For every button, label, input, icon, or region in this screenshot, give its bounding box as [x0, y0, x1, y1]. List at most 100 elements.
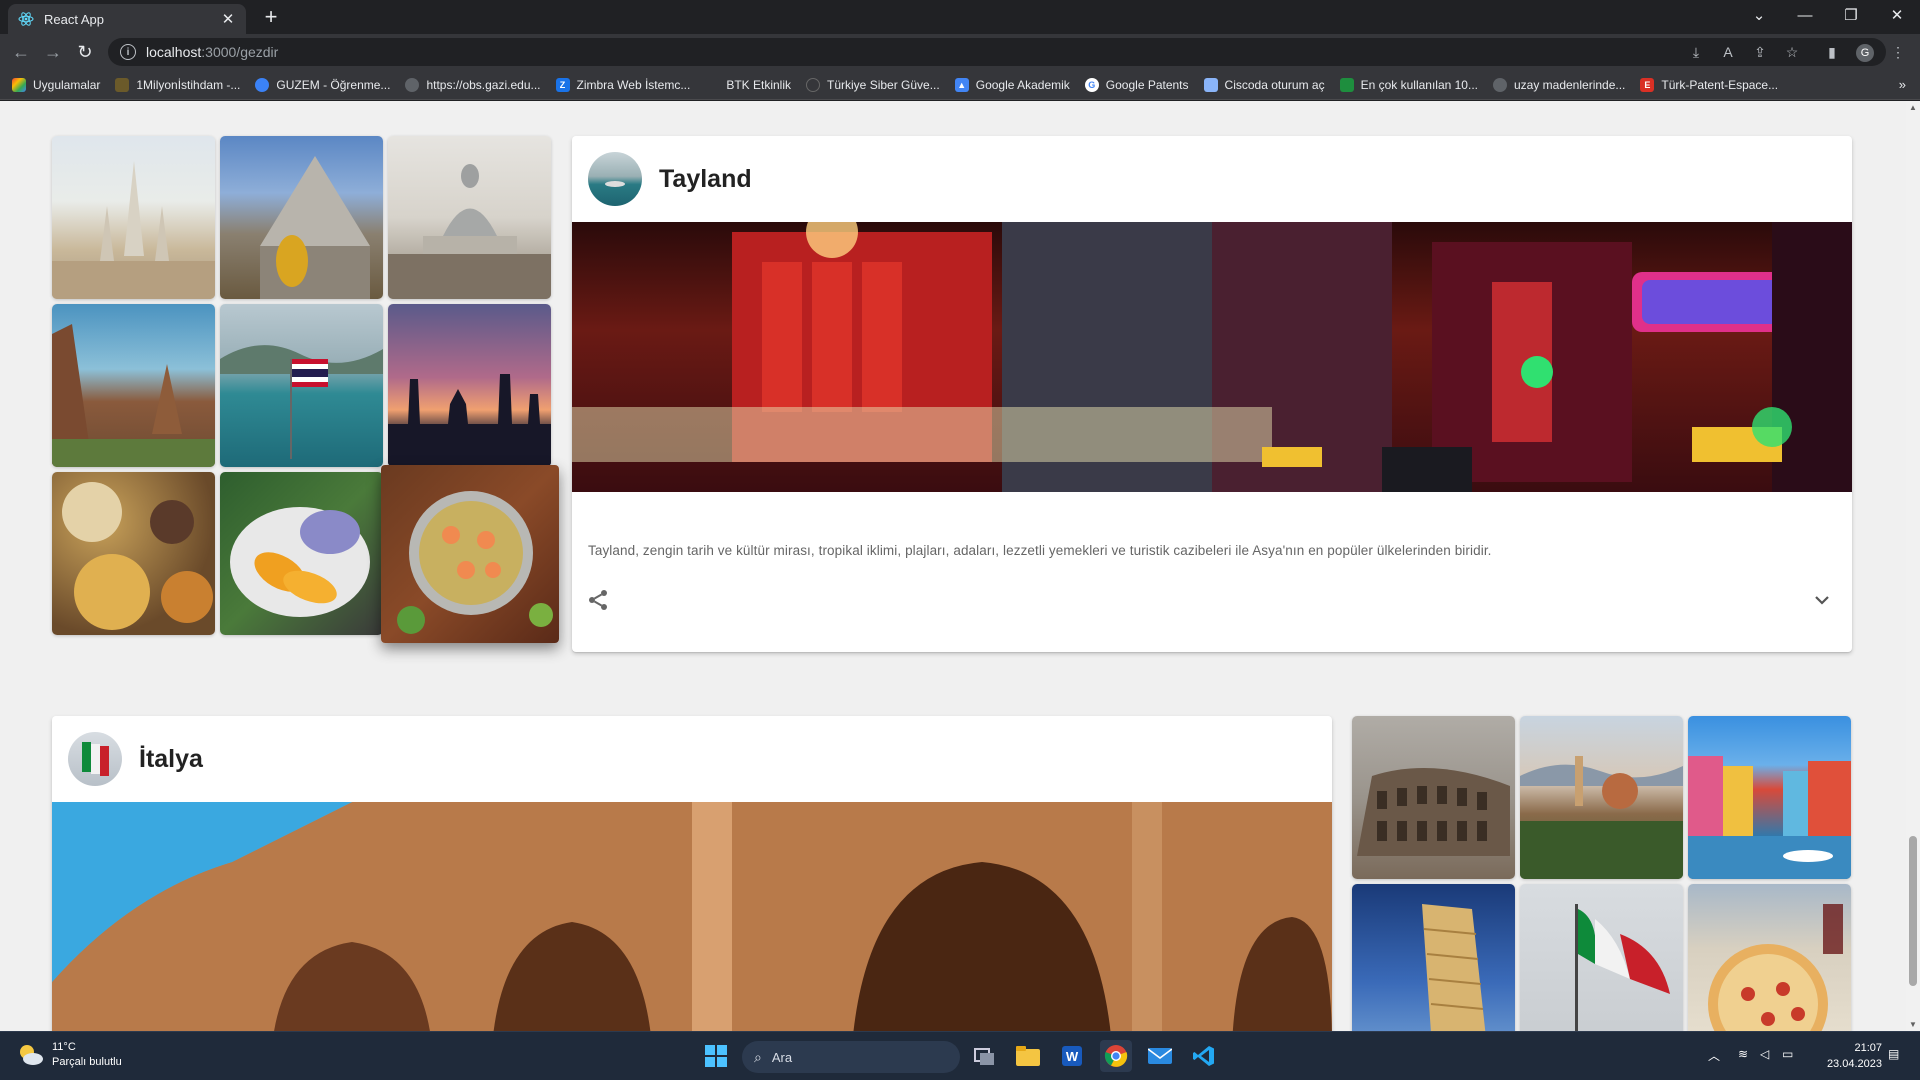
notification-icon[interactable]: ▤ [1888, 1047, 1899, 1061]
taskbar: 11°C Parçalı bulutlu ⌕ Ara W ︿ ≋ ◁ ▭ 21:… [0, 1031, 1920, 1080]
gallery-photo-silver-temple[interactable] [220, 136, 383, 299]
gallery-photo-thai-dishes[interactable] [52, 472, 215, 635]
weather-widget[interactable]: 11°C Parçalı bulutlu [16, 1040, 122, 1070]
italy-hero-photo [52, 802, 1332, 1031]
bookmark-label: Türk-Patent-Espace... [1661, 77, 1779, 92]
bookmark-apps[interactable]: Uygulamalar [12, 77, 101, 92]
new-tab-button[interactable]: + [258, 4, 284, 30]
bookmark-label: Uygulamalar [33, 77, 101, 92]
side-panel-icon[interactable]: ▮ [1820, 40, 1844, 64]
scroll-down-icon[interactable]: ▼ [1908, 1020, 1918, 1029]
bookmark-item[interactable]: Z Zimbra Web İstemc... [555, 77, 691, 92]
bookmark-favicon-icon [1339, 77, 1354, 92]
gallery-photo-burano[interactable] [1688, 716, 1851, 879]
start-button[interactable] [700, 1040, 732, 1072]
minimize-button[interactable]: — [1782, 0, 1828, 30]
restore-button[interactable]: ❐ [1828, 0, 1874, 30]
battery-icon[interactable]: ▭ [1782, 1047, 1793, 1061]
close-window-button[interactable]: ✕ [1874, 0, 1920, 30]
bookmark-label: uzay madenlerinde... [1513, 77, 1626, 92]
browser-toolbar: ← → ↻ i localhost:3000/gezdir ⤓ A ⇪ ☆ ▮ … [0, 34, 1920, 70]
gallery-photo-florence[interactable] [1520, 716, 1683, 879]
gallery-photo-mango-sticky-rice[interactable] [220, 472, 383, 635]
close-tab-icon[interactable]: ✕ [220, 10, 236, 28]
bookmark-star-icon[interactable]: ☆ [1780, 40, 1804, 64]
thailand-avatar [588, 152, 642, 206]
scholar-icon: ▲ [954, 77, 969, 92]
bookmark-item[interactable]: ▲ Google Akademik [954, 77, 1070, 92]
page-viewport: Tayland Tayland, zengin tarih ve kültür … [0, 101, 1920, 1031]
volume-icon[interactable]: ◁ [1760, 1047, 1769, 1061]
card-description: Tayland, zengin tarih ve kültür mirası, … [588, 543, 1492, 558]
search-placeholder: Ara [771, 1049, 793, 1065]
gallery-photo-sunset-silhouette[interactable] [388, 304, 551, 467]
word-icon[interactable]: W [1056, 1040, 1088, 1072]
page-scrollbar[interactable]: ▲ ▼ [1906, 101, 1920, 1031]
browser-tab[interactable]: React App ✕ [8, 4, 246, 34]
bookmark-item[interactable]: En çok kullanılan 10... [1339, 77, 1478, 92]
bookmark-item[interactable]: uzay madenlerinde... [1492, 77, 1626, 92]
bookmark-label: En çok kullanılan 10... [1360, 77, 1478, 92]
forward-button[interactable]: → [40, 39, 66, 65]
bookmark-item[interactable]: Ciscoda oturum aç [1203, 77, 1325, 92]
gallery-photo-pisa[interactable] [1352, 884, 1515, 1031]
svg-text:W: W [1066, 1049, 1079, 1064]
profile-avatar[interactable]: G [1856, 44, 1874, 62]
gallery-photo-ayutthaya[interactable] [52, 304, 215, 467]
file-explorer-icon[interactable] [1012, 1040, 1044, 1072]
tab-search-icon[interactable]: ⌄ [1736, 0, 1782, 30]
wifi-icon[interactable]: ≋ [1738, 1047, 1748, 1061]
scrollbar-thumb[interactable] [1909, 836, 1917, 986]
chrome-icon[interactable] [1100, 1040, 1132, 1072]
bookmark-item[interactable]: E Türk-Patent-Espace... [1640, 77, 1779, 92]
bookmark-item[interactable]: Türkiye Siber Güve... [806, 77, 940, 92]
bookmark-label: Google Patents [1105, 77, 1189, 92]
gallery-photo-flag-sea[interactable] [220, 304, 383, 467]
italy-card: İtalya [52, 716, 1332, 1031]
system-clock[interactable]: 21:07 23.04.2023 [1812, 1040, 1882, 1072]
chevron-down-icon[interactable] [1810, 588, 1834, 612]
mail-icon[interactable] [1144, 1040, 1176, 1072]
gallery-photo-temple[interactable] [52, 136, 215, 299]
bookmark-label: 1Milyonİstihdam -... [136, 77, 241, 92]
gallery-photo-curry-shrimp[interactable] [381, 465, 559, 643]
back-button[interactable]: ← [8, 39, 34, 65]
install-app-icon[interactable]: ⤓ [1684, 40, 1708, 64]
gallery-photo-pizza[interactable] [1688, 884, 1851, 1031]
scroll-up-icon[interactable]: ▲ [1908, 103, 1918, 112]
gallery-photo-colosseum[interactable] [1352, 716, 1515, 879]
bookmark-label: BTK Etkinlik [726, 77, 792, 92]
tab-title: React App [44, 11, 104, 27]
gallery-photo-big-buddha[interactable] [388, 136, 551, 299]
google-icon: G [1084, 77, 1099, 92]
bookmark-item[interactable]: GUZEM - Öğrenme... [255, 77, 390, 92]
taskbar-search[interactable]: ⌕ Ara [742, 1041, 960, 1073]
bookmark-label: Zimbra Web İstemc... [576, 77, 691, 92]
card-header: Tayland [588, 152, 752, 206]
italy-avatar [68, 732, 122, 786]
gallery-photo-italian-flag[interactable] [1520, 884, 1683, 1031]
bookmark-item[interactable]: G Google Patents [1084, 77, 1189, 92]
translate-icon[interactable]: A [1716, 40, 1740, 64]
site-info-icon[interactable]: i [120, 44, 136, 60]
share-icon[interactable] [586, 588, 610, 612]
address-bar[interactable]: i localhost:3000/gezdir [108, 38, 1886, 66]
bookmarks-bar: Uygulamalar 1Milyonİstihdam -... GUZEM -… [0, 70, 1920, 100]
bookmark-item[interactable]: 1Milyonİstihdam -... [115, 77, 241, 92]
thailand-hero-photo [572, 222, 1852, 492]
bookmark-item[interactable]: BTK Etkinlik [705, 77, 792, 92]
vscode-icon[interactable] [1188, 1040, 1220, 1072]
task-view-icon[interactable] [968, 1040, 1000, 1072]
menu-icon[interactable]: ⋮ [1886, 40, 1910, 64]
apps-grid-icon [12, 77, 26, 92]
show-hidden-icons[interactable]: ︿ [1708, 1047, 1720, 1064]
tab-strip: React App ✕ + ⌄ — ❐ ✕ [0, 0, 1920, 34]
share-page-icon[interactable]: ⇪ [1748, 40, 1772, 64]
bookmark-item[interactable]: https://obs.gazi.edu... [405, 77, 541, 92]
partly-cloudy-icon [20, 1045, 43, 1065]
bookmark-label: https://obs.gazi.edu... [426, 77, 541, 92]
zimbra-icon: Z [555, 77, 570, 92]
more-bookmarks-icon[interactable]: » [1899, 77, 1906, 92]
reload-button[interactable]: ↻ [72, 39, 98, 65]
bookmark-favicon-icon [255, 77, 270, 92]
